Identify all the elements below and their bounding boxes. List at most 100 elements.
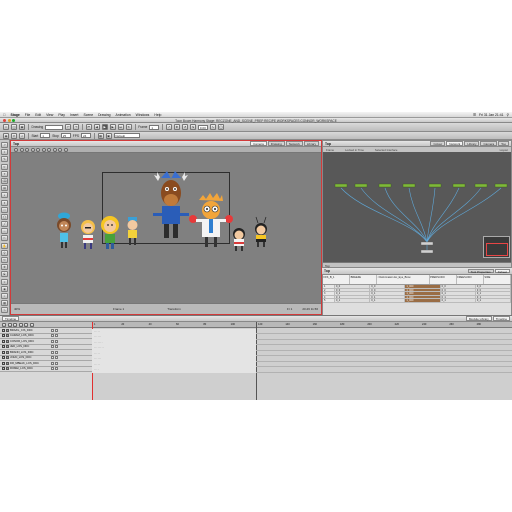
frame-field[interactable]: 1 <box>149 124 160 130</box>
prev-frame-icon[interactable]: ◀ <box>93 124 100 130</box>
node-sub-locked[interactable]: Locked in Time <box>345 148 364 152</box>
tab-timeline-right[interactable]: Timeline <box>492 316 510 321</box>
character-bee[interactable] <box>255 216 267 247</box>
navigator-viewport[interactable] <box>486 243 508 256</box>
text-tool[interactable]: T <box>1 170 8 177</box>
character-caram[interactable] <box>81 220 95 249</box>
lock-toggle[interactable] <box>51 367 54 371</box>
tab-network[interactable]: Network <box>446 141 464 146</box>
bone-tool[interactable]: ☯ <box>1 271 8 278</box>
menu-edit[interactable]: Edit <box>35 113 41 117</box>
redo-icon[interactable]: ↷ <box>73 124 80 130</box>
dropper-tool[interactable]: ✦ <box>1 199 8 206</box>
visibility-checkbox[interactable]: ✓ <box>2 350 5 354</box>
layer-name[interactable]: BRANN_LOS_DDC <box>10 351 50 354</box>
tab-tool[interactable]: Too <box>498 141 509 146</box>
node-jed[interactable] <box>402 183 416 188</box>
ink-tool[interactable]: ◐ <box>1 192 8 199</box>
pencil-tool[interactable]: ✏ <box>1 163 8 170</box>
xsheet-cell[interactable]: 0_1 <box>370 299 406 302</box>
close-window-button[interactable] <box>3 119 6 122</box>
zoom-level[interactable]: 40% <box>14 307 20 311</box>
tab-tool-properties[interactable]: Tool Properties <box>467 268 494 274</box>
tab-camera[interactable]: Camera <box>250 141 267 146</box>
visibility-checkbox[interactable]: ✓ <box>2 339 5 343</box>
select-tool-icon[interactable]: ↗ <box>165 124 172 130</box>
node-sub-frame[interactable]: Frame <box>326 148 334 152</box>
tab-camera[interactable]: Camera <box>480 141 498 146</box>
morph-tool[interactable]: ≈ <box>1 292 8 299</box>
rotate-tool-icon[interactable]: ↺ <box>181 124 188 130</box>
xsheet-cell[interactable]: 0_0 <box>476 288 511 292</box>
display-node[interactable] <box>420 249 434 254</box>
app-menu[interactable]: Stage <box>11 113 20 117</box>
paint-tool[interactable]: ▤ <box>1 185 8 192</box>
xsheet-cell[interactable]: 0_1 <box>335 299 371 302</box>
collapse-icon[interactable] <box>29 322 34 327</box>
character-romei[interactable] <box>233 228 245 251</box>
layer-name[interactable]: JED_LOS_DDC <box>10 345 50 348</box>
expand-toggle[interactable] <box>55 367 58 371</box>
xsheet-col-2[interactable]: BREEZE <box>350 275 378 284</box>
xsheet-cell[interactable]: 0_1 <box>476 299 511 302</box>
xsheet-cell[interactable]: 0_0 <box>370 288 406 292</box>
zoom-field[interactable]: 0.00 <box>197 124 208 130</box>
next-frame-icon[interactable]: ▶ <box>109 124 116 130</box>
fps-field[interactable]: 24 <box>81 133 91 138</box>
sound-icon[interactable]: ♫ <box>19 132 25 139</box>
drawing-field[interactable] <box>45 124 64 130</box>
menu-view[interactable]: View <box>46 113 53 117</box>
rotate-view-tool[interactable]: ↻ <box>1 257 8 263</box>
search-icon[interactable]: ⚲ <box>507 113 509 117</box>
xsheet-cell[interactable]: 1_000 <box>405 299 441 302</box>
lock-toggle[interactable] <box>51 350 54 354</box>
node-brann[interactable] <box>428 183 442 188</box>
transform-tool-icon[interactable]: ✥ <box>173 124 180 130</box>
light-table-icon[interactable]: ☀ <box>11 132 17 139</box>
tab-timeline[interactable]: Timeline <box>2 316 20 321</box>
tab-module-library[interactable]: Module Library <box>465 316 492 321</box>
hand-tool[interactable]: ✋ <box>1 242 8 249</box>
character-jed[interactable] <box>127 217 138 245</box>
first-frame-icon[interactable]: ⏮ <box>85 124 92 130</box>
xsheet-cell[interactable]: 1_000 <box>405 288 441 292</box>
xsheet-col-3[interactable]: r Deformation Ex_Eye_Brow <box>377 275 430 284</box>
xsheet-cell[interactable]: 0_1 <box>476 292 511 295</box>
pivot-tool[interactable]: ◉ <box>1 285 8 292</box>
add-layer-icon[interactable] <box>2 322 6 327</box>
tab-network[interactable]: Network <box>285 141 303 146</box>
xsheet-cell[interactable]: 0_0 <box>335 288 371 292</box>
select-tool[interactable]: ↗ <box>1 142 8 148</box>
keyframes[interactable]: ····· <box>94 363 100 366</box>
last-frame-icon[interactable]: ⏭ <box>117 124 124 130</box>
lock-toggle[interactable] <box>51 328 54 332</box>
apple-icon[interactable]:  <box>3 113 6 117</box>
open-icon[interactable]: ◫ <box>11 124 17 130</box>
layer-name[interactable]: DR_MBEAK_LOS_DDC <box>10 362 50 365</box>
node-dr-mbeak[interactable] <box>474 183 488 188</box>
reset-view-icon[interactable] <box>36 147 40 152</box>
menu-file[interactable]: File <box>25 113 30 117</box>
xsheet-cell[interactable]: 0_0 <box>370 285 406 288</box>
lock-toggle[interactable] <box>51 356 54 360</box>
xsheet-cell[interactable]: 0_1 <box>370 295 406 299</box>
expand-toggle[interactable] <box>55 334 58 338</box>
keyframes[interactable]: ········ <box>94 346 104 349</box>
lock-all-icon[interactable] <box>24 322 28 327</box>
layer-name[interactable]: CONOR_LOS_DDC <box>10 340 50 343</box>
keyframes[interactable]: ····· <box>94 352 100 355</box>
keyframes[interactable]: ······ <box>94 357 102 360</box>
layer-name[interactable]: BRAZIL_CIS_DDC <box>10 329 50 332</box>
menu-help[interactable]: Help <box>154 113 161 117</box>
node-john[interactable] <box>452 183 466 188</box>
keyframes[interactable]: ····· <box>94 330 100 333</box>
menu-drawing[interactable]: Drawing <box>98 113 110 117</box>
frame-ruler[interactable]: 1 20 40 60 80 100 120 140 160 180 200 220 240 260 280 <box>92 322 512 328</box>
visibility-checkbox[interactable]: ✓ <box>2 361 5 365</box>
xsheet-col-4[interactable]: PREDSUDO <box>430 275 457 284</box>
deform-tool-icon[interactable]: ∿ <box>209 124 216 130</box>
node-romei[interactable] <box>494 183 508 188</box>
camera-stage[interactable] <box>11 153 321 305</box>
timeline-layer[interactable]: ✓ ROMEI_LOS_DDC <box>0 367 92 372</box>
timeline-track[interactable]: ···· <box>92 367 512 373</box>
